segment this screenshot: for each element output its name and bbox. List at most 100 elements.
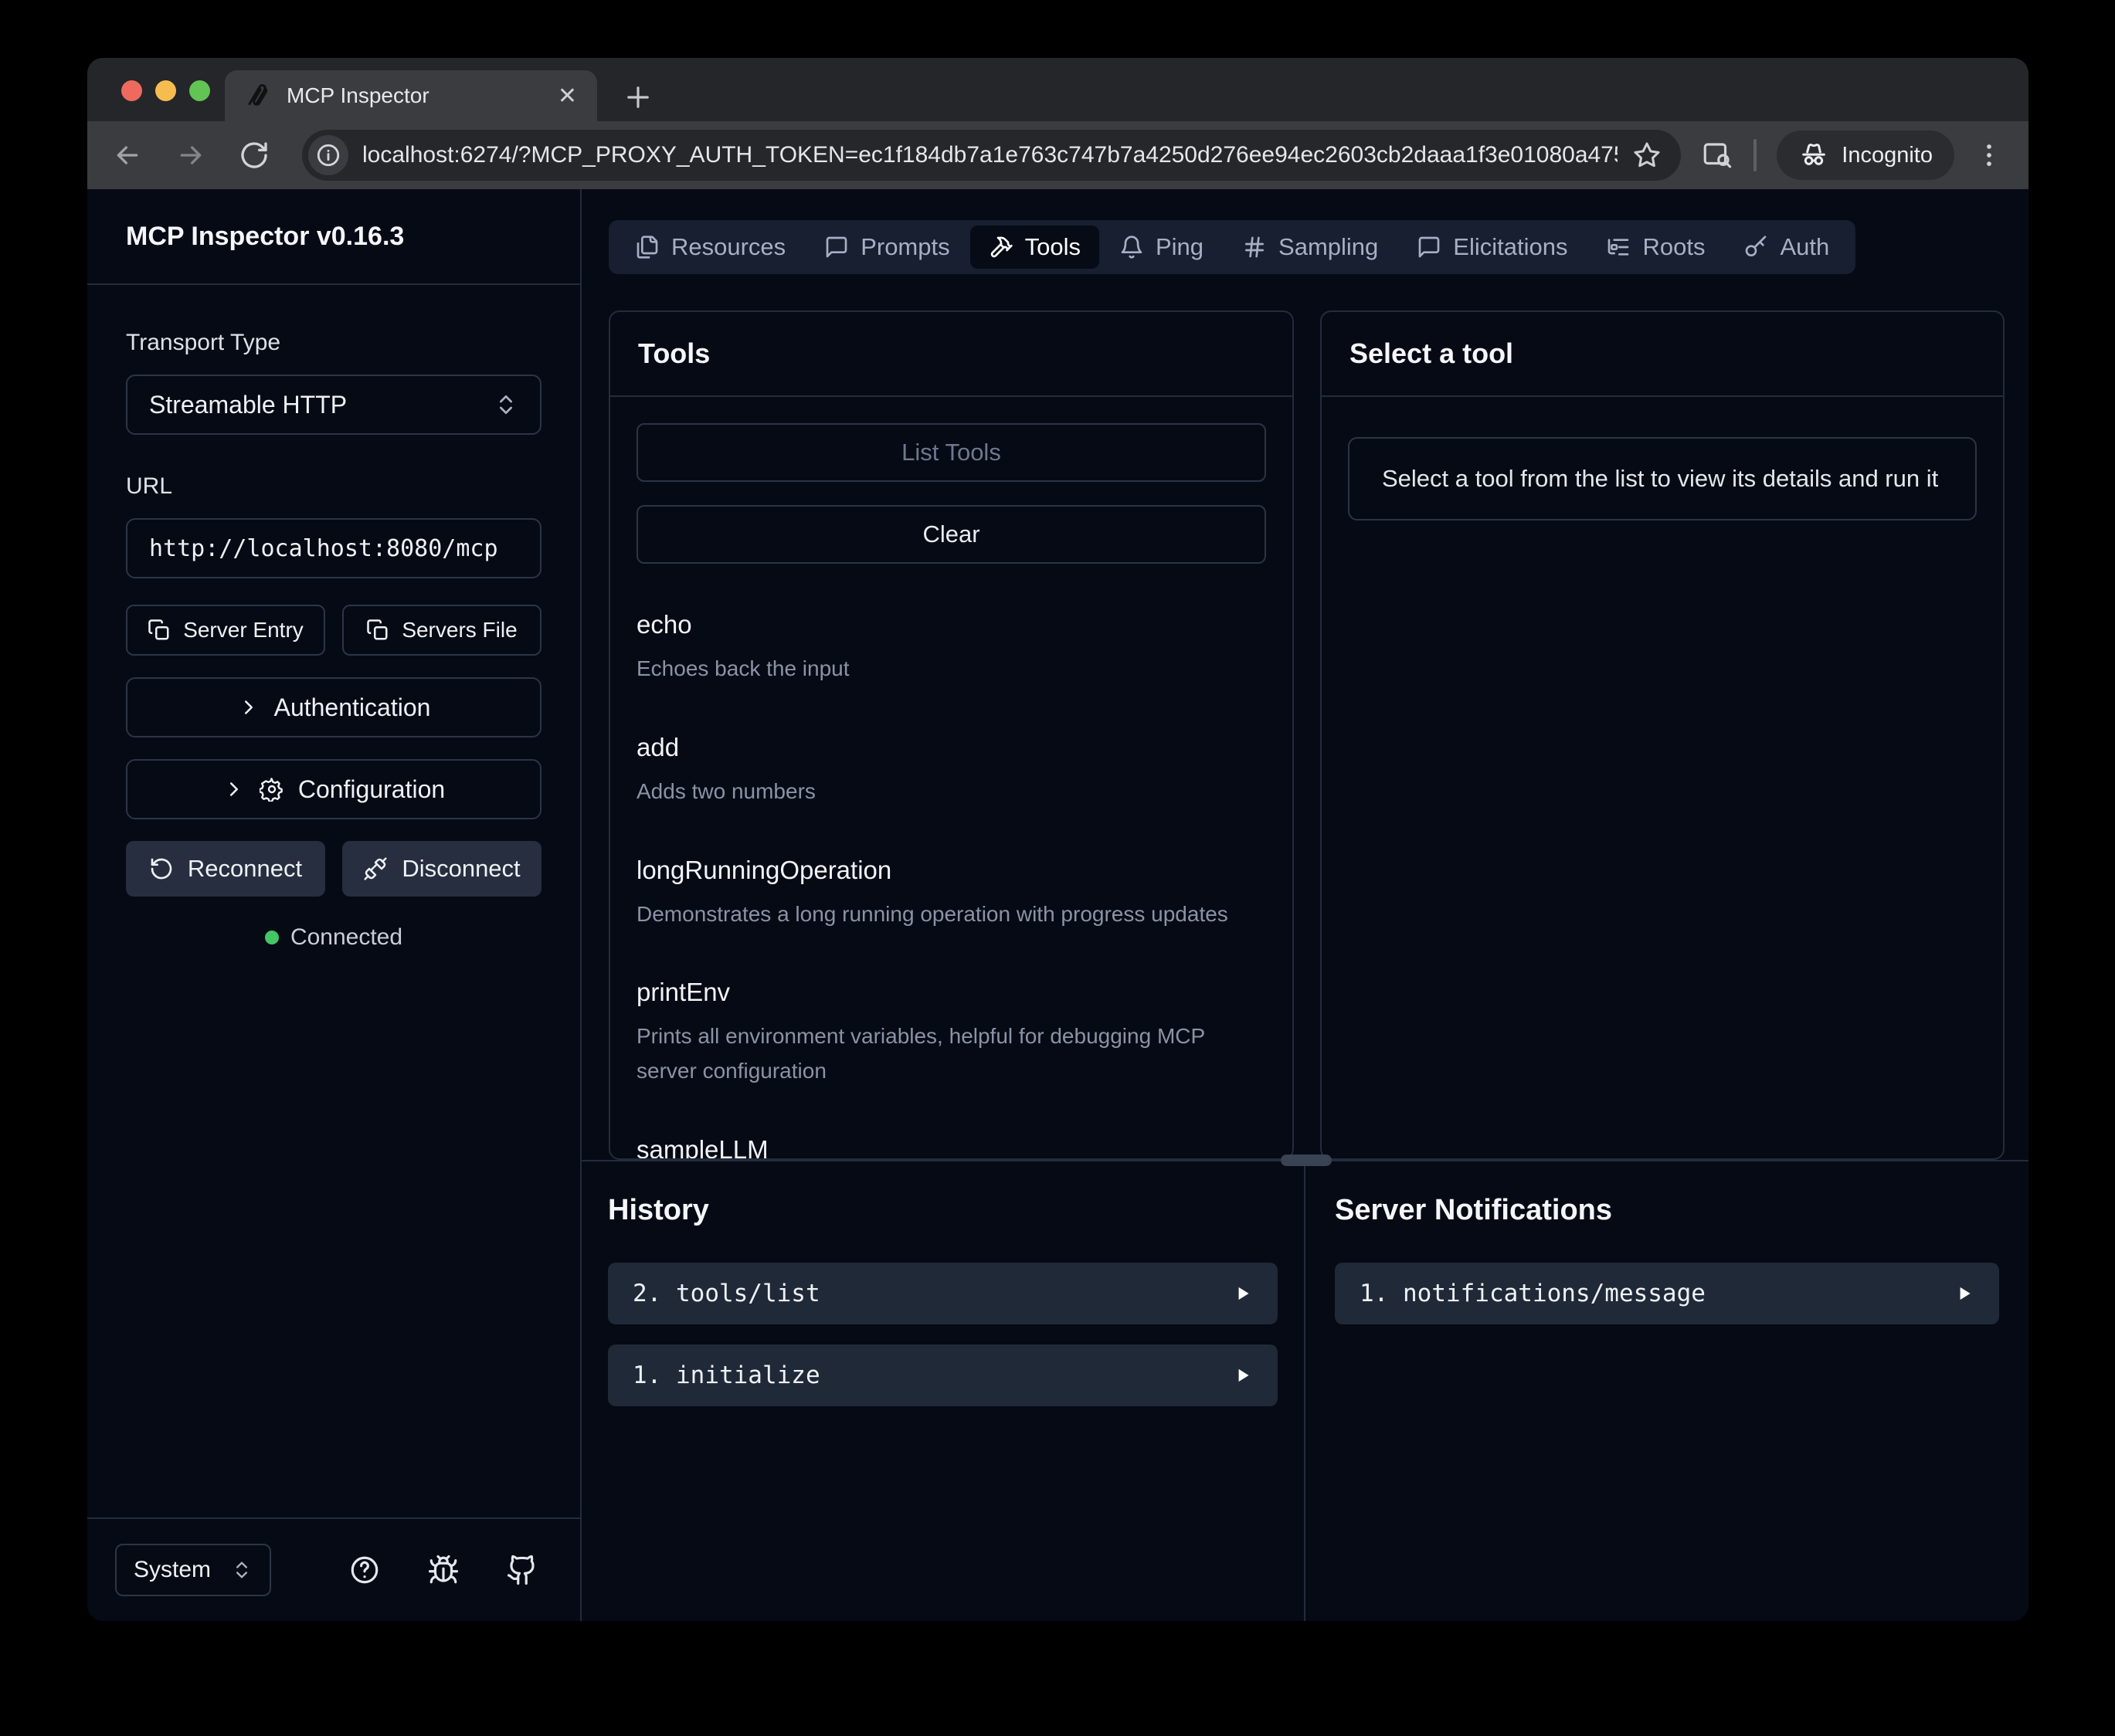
authentication-button[interactable]: Authentication (126, 677, 541, 737)
tab-sampling[interactable]: Sampling (1224, 225, 1397, 269)
app-content: MCP Inspector v0.16.3 Transport Type Str… (87, 189, 2028, 1621)
tab-close-icon[interactable]: ✕ (558, 83, 577, 110)
history-panel: History 2. tools/list 1. initialize (582, 1161, 1305, 1621)
servers-file-label: Servers File (402, 618, 517, 643)
app-title: MCP Inspector v0.16.3 (126, 222, 404, 252)
tool-description: Prints all environment variables, helpfu… (637, 1019, 1266, 1089)
tab-tools[interactable]: Tools (970, 225, 1099, 269)
sidebar-header: MCP Inspector v0.16.3 (87, 189, 580, 285)
chevron-right-icon (222, 778, 246, 801)
tool-name[interactable]: printEnv (637, 978, 1266, 1007)
tab-roots[interactable]: Roots (1587, 225, 1723, 269)
server-entry-button[interactable]: Server Entry (126, 605, 325, 656)
disconnect-button[interactable]: Disconnect (342, 841, 541, 897)
message-square-icon (824, 235, 849, 259)
status-label: Connected (290, 924, 402, 951)
disconnect-label: Disconnect (402, 855, 520, 883)
chevron-right-icon (237, 696, 260, 719)
mcp-logo-icon (245, 82, 273, 110)
tool-list-item[interactable]: add Adds two numbers (637, 733, 1266, 809)
list-tree-icon (1606, 235, 1631, 259)
tool-list-item[interactable]: printEnv Prints all environment variable… (637, 978, 1266, 1089)
theme-select-value: System (134, 1557, 211, 1583)
github-icon[interactable] (506, 1554, 538, 1586)
configuration-button[interactable]: Configuration (126, 759, 541, 819)
bottom-section: History 2. tools/list 1. initialize Serv… (582, 1160, 2028, 1621)
notification-entry[interactable]: 1. notifications/message (1335, 1263, 1999, 1324)
browser-tab-strip: MCP Inspector ✕ (87, 58, 2028, 121)
message-square-icon (1417, 235, 1441, 259)
tab-resources[interactable]: Resources (616, 225, 804, 269)
history-entry-label: 2. tools/list (633, 1280, 820, 1307)
close-window-button[interactable] (121, 80, 142, 101)
tab-prompts[interactable]: Prompts (806, 225, 968, 269)
tool-list-item[interactable]: echo Echoes back the input (637, 610, 1266, 687)
url-text[interactable]: localhost:6274/?MCP_PROXY_AUTH_TOKEN=ec1… (362, 142, 1618, 168)
back-icon[interactable] (112, 140, 143, 171)
reconnect-button[interactable]: Reconnect (126, 841, 325, 897)
tab-elicitations[interactable]: Elicitations (1398, 225, 1586, 269)
clear-button[interactable]: Clear (637, 505, 1266, 564)
history-entry[interactable]: 1. initialize (608, 1344, 1278, 1406)
panel-resize-handle[interactable] (1281, 1155, 1332, 1166)
rotate-ccw-icon (149, 856, 174, 881)
sidebar-footer: System (87, 1517, 580, 1621)
toolbar-separator (1753, 139, 1757, 171)
server-notifications-panel: Server Notifications 1. notifications/me… (1305, 1161, 2028, 1621)
window-controls (121, 80, 210, 101)
servers-file-button[interactable]: Servers File (342, 605, 541, 656)
sidebar: MCP Inspector v0.16.3 Transport Type Str… (87, 189, 582, 1621)
browser-menu-icon[interactable] (1974, 141, 2004, 170)
site-info-icon[interactable] (308, 135, 348, 175)
address-bar[interactable]: localhost:6274/?MCP_PROXY_AUTH_TOKEN=ec1… (302, 130, 1681, 181)
bookmark-star-icon[interactable] (1631, 140, 1662, 171)
browser-tab[interactable]: MCP Inspector ✕ (225, 70, 597, 121)
copy-icon (148, 619, 171, 642)
history-title: History (608, 1194, 1278, 1227)
reconnect-label: Reconnect (188, 855, 302, 883)
notification-entry-label: 1. notifications/message (1360, 1280, 1706, 1307)
authentication-label: Authentication (274, 693, 431, 722)
unplug-icon (363, 856, 388, 881)
tab-prompts-label: Prompts (861, 233, 949, 261)
tools-panel: Tools List Tools Clear echo Echoes back … (609, 310, 1294, 1160)
main-area: Resources Prompts Tools Ping Sampling (582, 189, 2028, 1621)
tool-details-placeholder: Select a tool from the list to view its … (1348, 437, 1977, 520)
new-tab-button[interactable] (622, 81, 654, 114)
tab-tools-label: Tools (1025, 233, 1081, 261)
tab-sampling-label: Sampling (1278, 233, 1378, 261)
tool-name[interactable]: sampleLLM (637, 1135, 1266, 1160)
reload-icon[interactable] (239, 140, 270, 171)
connection-status: Connected (126, 924, 541, 951)
theme-select[interactable]: System (115, 1544, 271, 1596)
tab-auth[interactable]: Auth (1725, 225, 1848, 269)
expand-play-icon[interactable] (1954, 1283, 1974, 1304)
key-icon (1743, 235, 1768, 259)
forward-icon[interactable] (175, 140, 206, 171)
configuration-label: Configuration (298, 775, 445, 804)
zoom-window-button[interactable] (189, 80, 210, 101)
tool-name[interactable]: add (637, 733, 1266, 762)
list-tools-button[interactable]: List Tools (637, 423, 1266, 482)
copy-icon (366, 619, 389, 642)
tab-ping[interactable]: Ping (1101, 225, 1222, 269)
tool-list-item[interactable]: longRunningOperation Demonstrates a long… (637, 856, 1266, 932)
tool-list-item[interactable]: sampleLLM Samples from an LLM using MCP'… (637, 1135, 1266, 1160)
expand-play-icon[interactable] (1233, 1283, 1253, 1304)
tab-ping-label: Ping (1156, 233, 1203, 261)
hash-icon (1242, 235, 1267, 259)
tool-name[interactable]: longRunningOperation (637, 856, 1266, 885)
minimize-window-button[interactable] (155, 80, 176, 101)
tab-search-icon[interactable] (1701, 139, 1733, 171)
transport-type-select[interactable]: Streamable HTTP (126, 375, 541, 435)
tool-description: Adds two numbers (637, 775, 1266, 809)
browser-window: MCP Inspector ✕ localhost:6274/?MCP_PROX… (87, 58, 2028, 1621)
history-entry[interactable]: 2. tools/list (608, 1263, 1278, 1324)
bug-icon[interactable] (427, 1554, 460, 1586)
tool-name[interactable]: echo (637, 610, 1266, 639)
incognito-badge: Incognito (1777, 131, 1954, 180)
expand-play-icon[interactable] (1233, 1365, 1253, 1385)
server-entry-label: Server Entry (183, 618, 304, 643)
url-input[interactable]: http://localhost:8080/mcp (126, 518, 541, 578)
help-icon[interactable] (348, 1554, 381, 1586)
